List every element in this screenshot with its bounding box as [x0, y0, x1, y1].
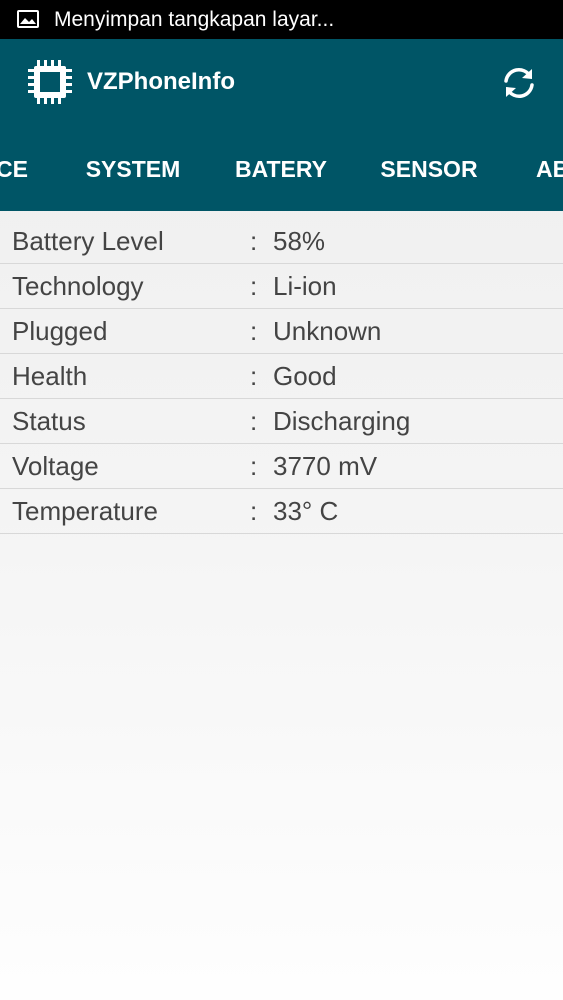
refresh-icon[interactable]	[497, 63, 541, 103]
app-bar: VZPhoneInfo CE SYSTEM BATERY SENSOR AB	[0, 39, 563, 211]
info-separator: :	[250, 361, 258, 391]
tab-about[interactable]: AB	[536, 131, 563, 211]
info-value: Unknown	[273, 316, 382, 346]
info-row-temperature: Temperature : 33° C	[0, 489, 563, 534]
image-icon	[17, 10, 39, 28]
tab-batery[interactable]: BATERY	[207, 131, 355, 211]
info-value: 58%	[273, 226, 326, 256]
info-value: Li-ion	[273, 271, 337, 301]
info-separator: :	[250, 451, 258, 481]
chip-icon	[28, 60, 72, 104]
tab-system[interactable]: SYSTEM	[59, 131, 207, 211]
info-label: Temperature	[12, 496, 158, 526]
info-row-technology: Technology : Li-ion	[0, 264, 563, 309]
tab-sensor[interactable]: SENSOR	[355, 131, 503, 211]
app-title: VZPhoneInfo	[87, 68, 235, 95]
info-separator: :	[250, 271, 258, 301]
info-label: Health	[12, 361, 88, 391]
info-separator: :	[250, 406, 258, 436]
status-bar: Menyimpan tangkapan layar...	[0, 0, 563, 39]
info-separator: :	[250, 226, 258, 256]
info-label: Voltage	[12, 451, 99, 481]
info-label: Status	[12, 406, 86, 436]
info-label: Battery Level	[12, 226, 164, 256]
info-row-plugged: Plugged : Unknown	[0, 309, 563, 354]
info-label: Plugged	[12, 316, 108, 346]
info-row-battery-level: Battery Level : 58%	[0, 219, 563, 264]
info-row-health: Health : Good	[0, 354, 563, 399]
battery-info-list: Battery Level : 58% Technology : Li-ion …	[0, 219, 563, 534]
info-row-status: Status : Discharging	[0, 399, 563, 444]
info-separator: :	[250, 496, 258, 526]
status-notification-text: Menyimpan tangkapan layar...	[54, 8, 335, 31]
info-value: 33° C	[273, 496, 339, 526]
info-separator: :	[250, 316, 258, 346]
info-value: 3770 mV	[273, 451, 378, 481]
info-row-voltage: Voltage : 3770 mV	[0, 444, 563, 489]
tab-bar: CE SYSTEM BATERY SENSOR AB	[0, 131, 563, 211]
info-value: Discharging	[273, 406, 411, 436]
info-label: Technology	[12, 271, 144, 301]
info-value: Good	[273, 361, 337, 391]
